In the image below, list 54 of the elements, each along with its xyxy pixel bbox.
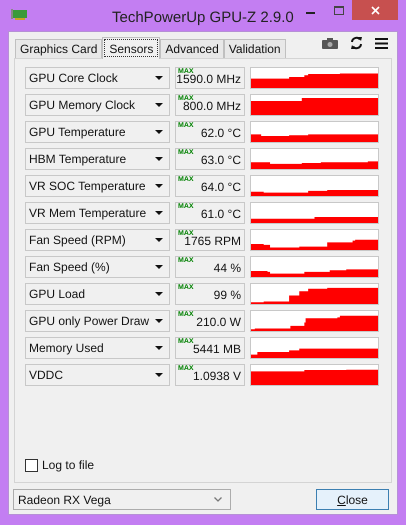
sensor-select[interactable]: VDDC [25,364,170,386]
chevron-icon [214,497,222,502]
minimize-icon[interactable] [306,12,315,15]
sensor-select[interactable]: VR SOC Temperature [25,175,170,197]
dropdown-arrow-icon [155,157,163,161]
sensor-value: 64.0 °C [200,180,241,194]
window-close-button[interactable] [352,0,398,20]
sensor-select[interactable]: GPU Load [25,283,170,305]
dropdown-arrow-icon [155,265,163,269]
sensor-value: 1.0938 V [192,369,241,383]
camera-icon[interactable] [322,38,338,49]
sensor-value: 1765 RPM [184,234,241,248]
maximize-icon[interactable] [334,6,344,15]
sensor-select[interactable]: HBM Temperature [25,148,170,170]
dropdown-arrow-icon [155,76,163,80]
sensor-select[interactable]: VR Mem Temperature [25,202,170,224]
sensor-select[interactable]: Memory Used [25,337,170,359]
sensor-value: 44 % [214,261,241,275]
dropdown-arrow-icon [155,238,163,242]
sensor-select[interactable]: GPU Core Clock [25,67,170,89]
log-to-file-checkbox[interactable] [25,458,38,472]
graphics-card-icon [11,8,27,20]
dropdown-arrow-icon [155,346,163,350]
gpu-select[interactable]: Radeon RX Vega [13,489,231,510]
refresh-icon[interactable] [350,36,363,50]
sensor-select[interactable]: GPU Temperature [25,121,170,143]
dropdown-arrow-icon [155,211,163,215]
sensor-select[interactable]: GPU only Power Draw [25,310,170,332]
close-button[interactable]: Close [316,489,389,510]
sensor-value: 62.0 °C [200,126,241,140]
tab[interactable]: Graphics Card [15,39,102,58]
menu-icon[interactable] [375,38,388,49]
dropdown-arrow-icon [155,319,163,323]
sensor-value: 61.0 °C [200,207,241,221]
dropdown-arrow-icon [155,292,163,296]
tab[interactable]: Advanced [160,39,224,58]
dropdown-arrow-icon [155,103,163,107]
sensor-value: 5441 MB [192,342,241,356]
sensor-value: 63.0 °C [200,153,241,167]
dropdown-arrow-icon [155,130,163,134]
sensor-value: 1590.0 MHz [176,72,241,86]
window-title: TechPowerUp GPU-Z 2.9.0 [112,8,294,28]
sensor-select[interactable]: Fan Speed (%) [25,256,170,278]
tab[interactable]: Validation [224,39,286,58]
sensor-select[interactable]: Fan Speed (RPM) [25,229,170,251]
sensor-value: 800.0 MHz [182,99,241,113]
log-to-file-label[interactable]: Log to file [42,456,94,474]
sensor-value: 99 % [214,288,241,302]
sensor-value: 210.0 W [196,315,241,329]
dropdown-arrow-icon [155,373,163,377]
dropdown-arrow-icon [155,184,163,188]
tab[interactable]: Sensors [102,37,160,59]
close-icon [370,6,380,14]
sensor-select[interactable]: GPU Memory Clock [25,94,170,116]
